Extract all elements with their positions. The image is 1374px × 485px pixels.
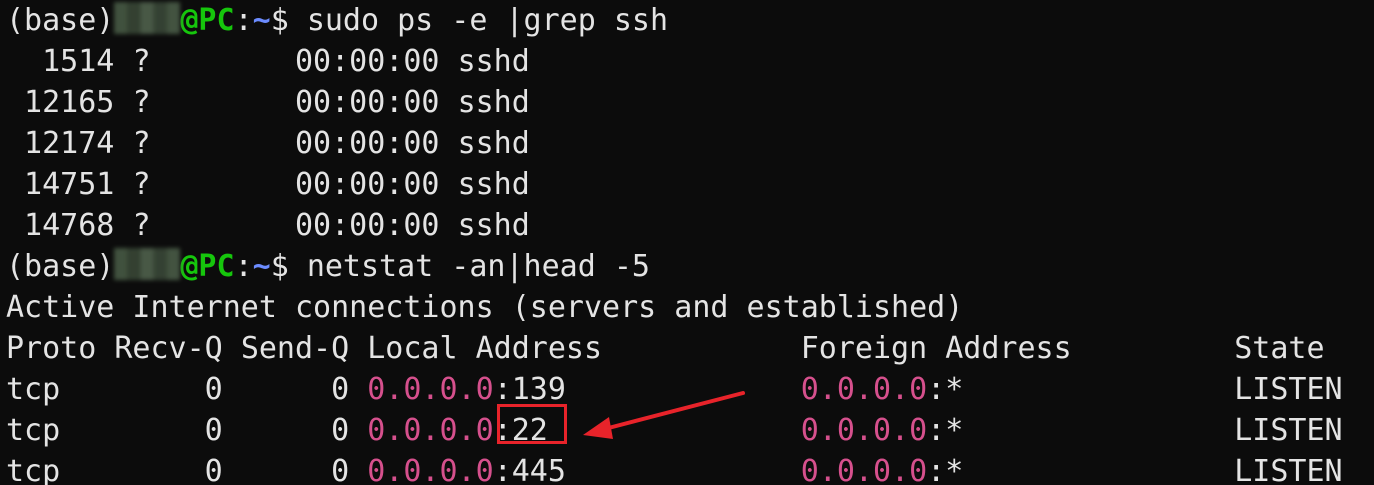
ps-time: 00:00:00: [295, 85, 440, 120]
prompt-colon: :: [234, 3, 253, 38]
netstat-sendq: 0: [240, 372, 368, 407]
netstat-local-ip: 0.0.0.0: [367, 372, 494, 407]
netstat-recvq: 0: [114, 372, 241, 407]
netstat-header-foreign: Foreign Address: [800, 331, 1235, 366]
ps-time: 00:00:00: [295, 126, 440, 161]
ps-row: 12165 ? 00:00:00 sshd: [6, 82, 1374, 123]
netstat-local-port: 445: [511, 454, 801, 485]
netstat-proto: tcp: [6, 454, 115, 485]
netstat-row: tcp 0 0 0.0.0.0:445 0.0.0.0:* LISTEN: [6, 451, 1374, 485]
ps-tty: ?: [132, 167, 277, 202]
prompt-symbol: $: [270, 249, 289, 284]
netstat-recvq: 0: [114, 413, 241, 448]
ps-tty: ?: [132, 44, 277, 79]
ps-pid: 14751: [6, 167, 115, 202]
terminal-window[interactable]: (base) @PC:~$ sudo ps -e |grep ssh 1514 ?…: [0, 0, 1374, 485]
ps-row: 14751 ? 00:00:00 sshd: [6, 164, 1374, 205]
netstat-foreign-ip: 0.0.0.0: [800, 372, 928, 407]
netstat-recvq: 0: [114, 454, 241, 485]
netstat-local-ip: 0.0.0.0: [367, 413, 494, 448]
netstat-state: LISTEN: [1234, 454, 1343, 485]
redacted-username: [114, 2, 181, 34]
netstat-local-ip: 0.0.0.0: [367, 454, 494, 485]
redacted-username: [114, 248, 181, 280]
netstat-sendq: 0: [240, 413, 368, 448]
netstat-title: Active Internet connections (servers and…: [6, 290, 964, 325]
ps-cmd: sshd: [457, 85, 530, 120]
ps-time: 00:00:00: [295, 167, 440, 202]
hostname: @PC: [180, 249, 235, 284]
command-text: sudo ps -e |grep ssh: [306, 3, 669, 38]
netstat-header-recvq: Recv-Q: [114, 331, 241, 366]
prompt-line: (base) @PC:~$ netstat -an|head -5: [6, 246, 1374, 287]
prompt-colon: :: [234, 249, 253, 284]
ps-pid: 14768: [6, 208, 115, 243]
netstat-sendq: 0: [240, 454, 368, 485]
netstat-header-sendq: Send-Q: [240, 331, 368, 366]
netstat-proto: tcp: [6, 413, 115, 448]
ps-time: 00:00:00: [295, 208, 440, 243]
hostname: @PC: [180, 3, 235, 38]
ps-time: 00:00:00: [295, 44, 440, 79]
ps-tty: ?: [132, 126, 277, 161]
ps-output: 1514 ? 00:00:00 sshd 12165 ? 00:00:00 ss…: [6, 41, 1374, 246]
ps-pid: 1514: [6, 44, 115, 79]
prompt-path: ~: [252, 249, 271, 284]
netstat-foreign-ip: 0.0.0.0: [800, 413, 928, 448]
ps-cmd: sshd: [457, 208, 530, 243]
port-highlight-box: [497, 404, 567, 444]
prompt-path: ~: [252, 3, 271, 38]
conda-env: (base): [6, 3, 115, 38]
ps-pid: 12165: [6, 85, 115, 120]
ps-row: 1514 ? 00:00:00 sshd: [6, 41, 1374, 82]
netstat-foreign-port: *: [945, 372, 1235, 407]
netstat-header-state: State: [1234, 331, 1325, 366]
netstat-state: LISTEN: [1234, 413, 1343, 448]
netstat-foreign-ip: 0.0.0.0: [800, 454, 928, 485]
arrow-icon: [583, 391, 745, 439]
ps-row: 12174 ? 00:00:00 sshd: [6, 123, 1374, 164]
netstat-state: LISTEN: [1234, 372, 1343, 407]
netstat-header-local: Local Address: [367, 331, 801, 366]
ps-tty: ?: [132, 85, 277, 120]
conda-env: (base): [6, 249, 115, 284]
prompt-symbol: $: [270, 3, 289, 38]
ps-pid: 12174: [6, 126, 115, 161]
ps-tty: ?: [132, 208, 277, 243]
ps-cmd: sshd: [457, 167, 530, 202]
netstat-foreign-port: *: [945, 413, 1235, 448]
prompt-line: (base) @PC:~$ sudo ps -e |grep ssh: [6, 0, 1374, 41]
netstat-foreign-port: *: [945, 454, 1235, 485]
ps-cmd: sshd: [457, 126, 530, 161]
netstat-header-row: Proto Recv-Q Send-Q Local Address Foreig…: [6, 328, 1374, 369]
netstat-proto: tcp: [6, 372, 115, 407]
netstat-header-proto: Proto: [6, 331, 115, 366]
ps-row: 14768 ? 00:00:00 sshd: [6, 205, 1374, 246]
ps-cmd: sshd: [457, 44, 530, 79]
command-text: netstat -an|head -5: [306, 249, 650, 284]
